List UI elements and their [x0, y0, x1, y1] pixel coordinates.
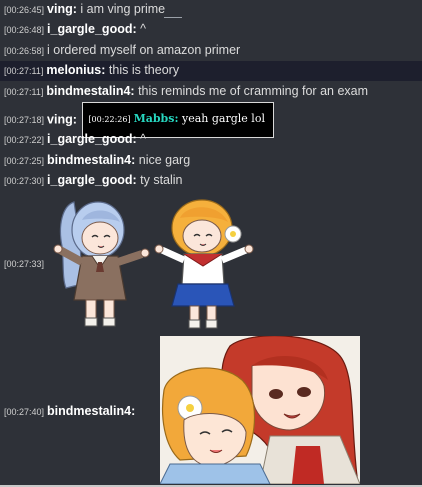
username[interactable]: bindmestalin4: — [47, 153, 135, 167]
username[interactable]: ving: — [47, 112, 77, 126]
timestamp: [00:27:25] — [4, 156, 45, 166]
message-text: ^ — [140, 132, 146, 146]
anime-image[interactable] — [160, 336, 360, 484]
chat-message-highlighted: [00:27:11] melonius: this is theory — [0, 61, 422, 81]
timestamp: [00:27:33] — [4, 259, 45, 269]
message-text: i am ving prime — [80, 2, 166, 16]
username[interactable]: i_gargle_good: — [47, 173, 137, 187]
chat-message: [00:26:48] i_gargle_good: ^ — [0, 20, 422, 39]
username[interactable]: bindmestalin4: — [47, 404, 135, 418]
chat-message: [00:27:25] bindmestalin4: nice garg — [0, 151, 422, 170]
timestamp: [00:26:48] — [4, 25, 45, 35]
timestamp: [00:27:40] — [4, 407, 45, 417]
quote-username: Mabbs: — [133, 112, 179, 125]
timestamp: [00:27:18] — [4, 115, 45, 126]
username[interactable]: ving: — [47, 2, 77, 16]
message-text: i ordered myself on amazon primer — [47, 43, 241, 57]
message-text: nice garg — [138, 153, 191, 167]
chat-message: [00:26:45] ving: i am ving prime — [0, 0, 422, 19]
chat-message: [00:27:11] bindmestalin4: this reminds me… — [0, 82, 422, 101]
text-cursor — [164, 17, 182, 18]
chibi-emote-graphic — [53, 199, 254, 329]
message-text: this reminds me of cramming for an exam — [138, 84, 369, 98]
timestamp: [00:27:30] — [4, 176, 45, 186]
timestamp: [00:26:45] — [4, 5, 45, 15]
timestamp: [00:27:11] — [4, 66, 44, 76]
timestamp: [00:27:11] — [4, 87, 44, 97]
username[interactable]: melonius: — [46, 63, 105, 77]
username[interactable]: i_gargle_good: — [47, 132, 137, 146]
username[interactable]: bindmestalin4: — [46, 84, 134, 98]
quote-timestamp: [00:22:26] — [88, 115, 131, 124]
chat-log: [00:26:45] ving: i am ving prime [00:26:4… — [0, 0, 422, 487]
message-text: this is theory — [108, 63, 180, 77]
anime-picture-graphic — [160, 336, 360, 484]
quote-text: yeah gargle lol — [182, 112, 265, 125]
chat-message: [00:26:58] i ordered myself on amazon pri… — [0, 41, 422, 60]
emote-image[interactable] — [52, 192, 258, 334]
message-text: ^ — [140, 22, 146, 36]
timestamp: [00:27:22] — [4, 135, 45, 145]
chat-message: [00:27:30] i_gargle_good: ty stalin — [0, 171, 422, 190]
timestamp: [00:26:58] — [4, 46, 45, 56]
username[interactable]: i_gargle_good: — [47, 22, 137, 36]
chat-message: [00:27:22] i_gargle_good: ^ — [0, 130, 422, 149]
message-text: ty stalin — [140, 173, 183, 187]
